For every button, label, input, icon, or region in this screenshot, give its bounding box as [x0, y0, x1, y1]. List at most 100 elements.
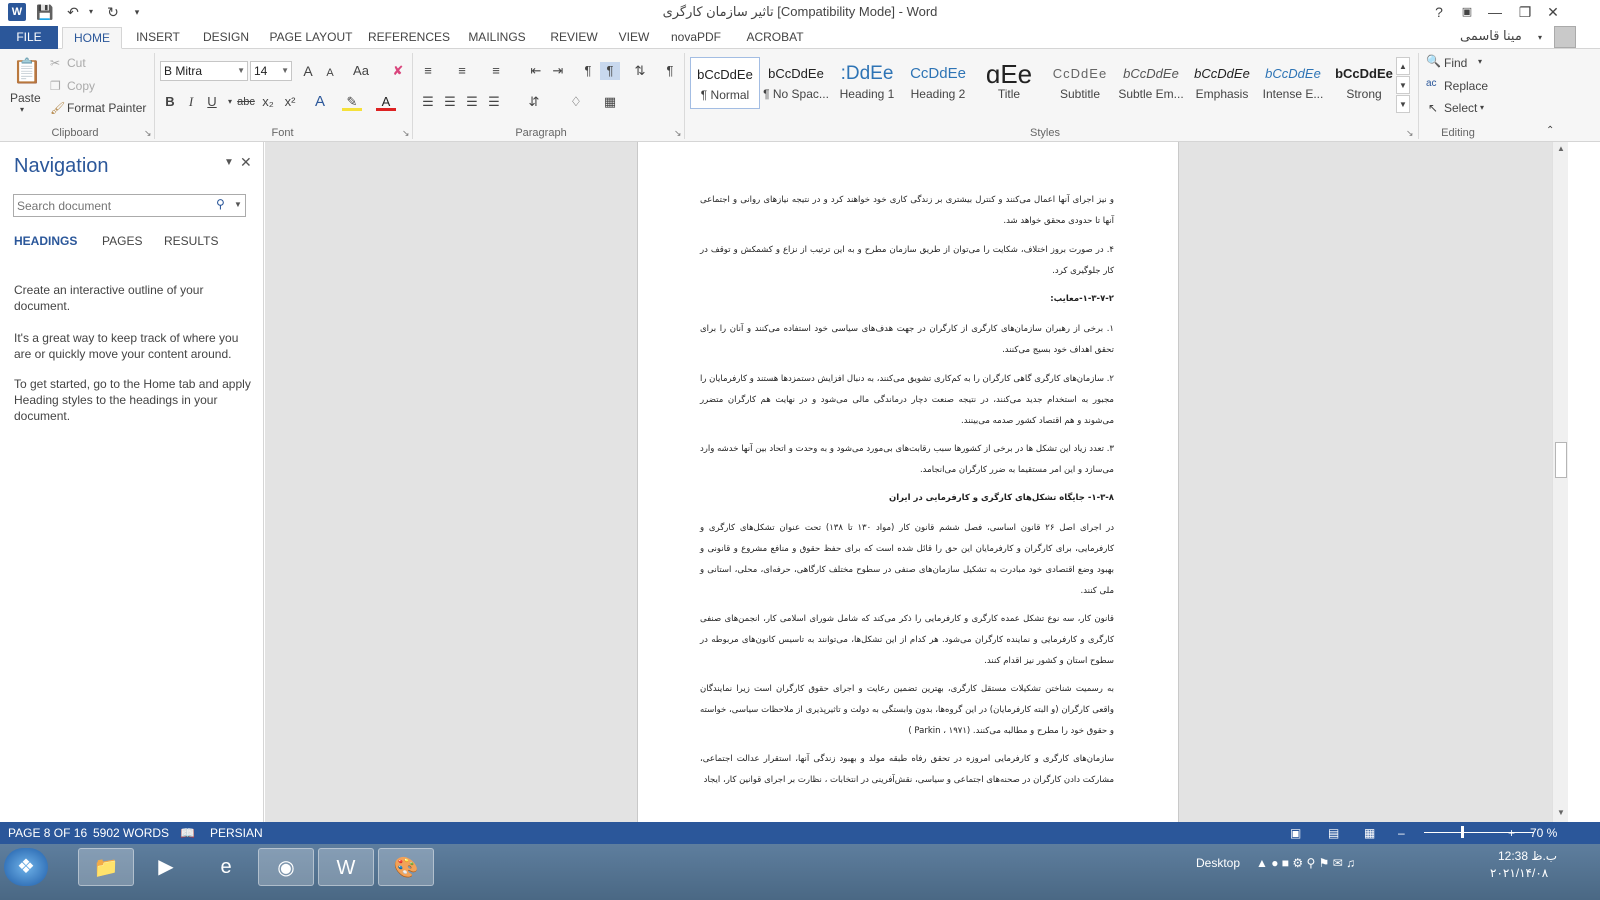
collapse-ribbon-icon[interactable]: ⌃: [1546, 125, 1554, 136]
style-title[interactable]: ɑEe Title: [974, 57, 1044, 109]
paint-icon[interactable]: 🎨: [378, 848, 434, 886]
tab-mailings[interactable]: MAILINGS: [462, 27, 532, 49]
shading-icon[interactable]: ♢: [566, 93, 586, 111]
paste-dropdown-icon[interactable]: ▾: [20, 105, 24, 114]
print-layout-icon[interactable]: ▤: [1328, 826, 1339, 840]
justify-icon[interactable]: ☰: [484, 93, 504, 111]
word-taskbar-icon[interactable]: W: [318, 848, 374, 886]
tab-design[interactable]: DESIGN: [196, 27, 256, 49]
user-name[interactable]: مینا قاسمی: [1460, 28, 1522, 44]
highlight-icon[interactable]: ✎: [342, 93, 362, 111]
style-heading[interactable]: CcDdEe Heading 2: [903, 57, 973, 109]
tab-home[interactable]: HOME: [62, 27, 122, 49]
align-center-icon[interactable]: ☰: [440, 93, 460, 111]
select-button[interactable]: Select: [1444, 101, 1477, 115]
cut-button[interactable]: Cut: [67, 56, 86, 70]
tab-insert[interactable]: INSERT: [128, 27, 188, 49]
language[interactable]: PERSIAN: [210, 826, 263, 840]
rtl-direction-icon[interactable]: ¶: [600, 62, 620, 80]
read-mode-icon[interactable]: ▣: [1290, 826, 1301, 840]
italic-button[interactable]: I: [181, 93, 201, 111]
bullets-icon[interactable]: ≡: [418, 62, 438, 80]
style-subtle-em[interactable]: bCcDdEe Subtle Em...: [1116, 57, 1186, 109]
decrease-indent-icon[interactable]: ⇤: [526, 62, 546, 80]
font-color-button[interactable]: A: [376, 93, 396, 111]
text-effects-button[interactable]: A: [310, 93, 330, 111]
chevron-down-icon[interactable]: ▼: [237, 62, 245, 80]
internet-explorer-icon[interactable]: e: [198, 848, 254, 886]
tab-page-layout[interactable]: PAGE LAYOUT: [266, 27, 356, 49]
paste-icon[interactable]: 📋: [12, 57, 42, 87]
styles-scroll-up-icon[interactable]: ▲: [1396, 57, 1410, 75]
desktop-toolbar-label[interactable]: Desktop: [1196, 856, 1240, 870]
shrink-font-button[interactable]: A: [320, 64, 340, 82]
sort-icon[interactable]: ⇅: [630, 62, 650, 80]
superscript-button[interactable]: x²: [280, 93, 300, 111]
nav-options-dropdown-icon[interactable]: ▼: [224, 157, 234, 168]
minimize-button[interactable]: —: [1482, 2, 1508, 22]
search-input[interactable]: [14, 195, 204, 216]
replace-button[interactable]: Replace: [1444, 79, 1488, 93]
help-button[interactable]: ?: [1426, 2, 1452, 22]
tab-file[interactable]: FILE: [0, 26, 58, 49]
tab-review[interactable]: REVIEW: [546, 27, 602, 49]
styles-more-icon[interactable]: ▼: [1396, 95, 1410, 113]
style-intense-e[interactable]: bCcDdEe Intense E...: [1258, 57, 1328, 109]
style-heading[interactable]: :DdEe Heading 1: [832, 57, 902, 109]
zoom-level[interactable]: 70 %: [1530, 826, 1557, 840]
restore-button[interactable]: ❐: [1512, 2, 1538, 22]
ribbon-display-options-icon[interactable]: ▣: [1454, 2, 1480, 22]
zoom-out-icon[interactable]: –: [1398, 826, 1405, 840]
tab-acrobat[interactable]: ACROBAT: [740, 27, 810, 49]
change-case-button[interactable]: Aa: [348, 62, 374, 80]
ltr-direction-icon[interactable]: ¶: [578, 62, 598, 80]
font-size-combo[interactable]: 14 ▼: [250, 61, 292, 81]
word-count[interactable]: 5902 WORDS: [93, 826, 169, 840]
chevron-down-icon[interactable]: ▼: [281, 62, 289, 80]
avatar[interactable]: [1554, 26, 1576, 48]
search-dropdown-icon[interactable]: ▼: [234, 200, 242, 209]
tab-results[interactable]: RESULTS: [164, 234, 218, 248]
tray-icons[interactable]: ▲ ● ■ ⚙ ⚲ ⚑ ✉ ♫: [1256, 856, 1355, 870]
select-dropdown-icon[interactable]: ▾: [1480, 103, 1484, 112]
align-left-icon[interactable]: ☰: [418, 93, 438, 111]
proofing-icon[interactable]: 📖: [180, 826, 195, 840]
clipboard-launcher-icon[interactable]: ↘: [144, 129, 153, 138]
clear-formatting-icon[interactable]: ✘: [388, 62, 408, 80]
find-button[interactable]: Find: [1444, 56, 1467, 70]
media-player-icon[interactable]: ▶: [138, 848, 194, 886]
document-page[interactable]: و نیز اجرای آنها اعمال می‌کنند و کنترل ب…: [637, 142, 1179, 822]
close-button[interactable]: ✕: [1540, 2, 1566, 22]
tab-references[interactable]: REFERENCES: [368, 27, 450, 49]
numbering-icon[interactable]: ≡: [452, 62, 472, 80]
start-button[interactable]: ❖: [4, 848, 48, 886]
strikethrough-button[interactable]: abc: [234, 93, 258, 111]
paste-button[interactable]: Paste: [10, 91, 41, 105]
line-spacing-icon[interactable]: ⇵: [524, 93, 544, 111]
close-icon[interactable]: ✕: [240, 154, 252, 171]
subscript-button[interactable]: x₂: [258, 93, 278, 111]
chrome-icon[interactable]: ◉: [258, 848, 314, 886]
tab-pages[interactable]: PAGES: [102, 234, 142, 248]
format-painter-button[interactable]: Format Painter: [67, 101, 146, 115]
tab-headings[interactable]: HEADINGS: [14, 234, 77, 248]
align-right-icon[interactable]: ☰: [462, 93, 482, 111]
tab-novapdf[interactable]: novaPDF: [666, 27, 726, 49]
borders-icon[interactable]: ▦: [600, 93, 620, 111]
zoom-slider-thumb[interactable]: [1461, 826, 1464, 838]
font-launcher-icon[interactable]: ↘: [402, 129, 411, 138]
increase-indent-icon[interactable]: ⇥: [548, 62, 568, 80]
scroll-down-icon[interactable]: ▼: [1553, 806, 1569, 820]
font-name-combo[interactable]: B Mitra ▼: [160, 61, 248, 81]
styles-scroll-down-icon[interactable]: ▼: [1396, 76, 1410, 94]
scroll-up-icon[interactable]: ▲: [1553, 142, 1569, 156]
style-emphasis[interactable]: bCcDdEe Emphasis: [1187, 57, 1257, 109]
explorer-icon[interactable]: 📁: [78, 848, 134, 886]
find-dropdown-icon[interactable]: ▾: [1478, 57, 1482, 66]
scroll-thumb[interactable]: [1555, 442, 1567, 478]
tab-view[interactable]: VIEW: [612, 27, 656, 49]
style-strong[interactable]: bCcDdEe Strong: [1329, 57, 1399, 109]
vertical-scrollbar[interactable]: ▲ ▼: [1552, 142, 1568, 822]
clock-time[interactable]: 12:38 ب.ظ: [1498, 849, 1557, 863]
clock-date[interactable]: ۲۰۲۱/۱۴/۰۸: [1490, 866, 1548, 880]
